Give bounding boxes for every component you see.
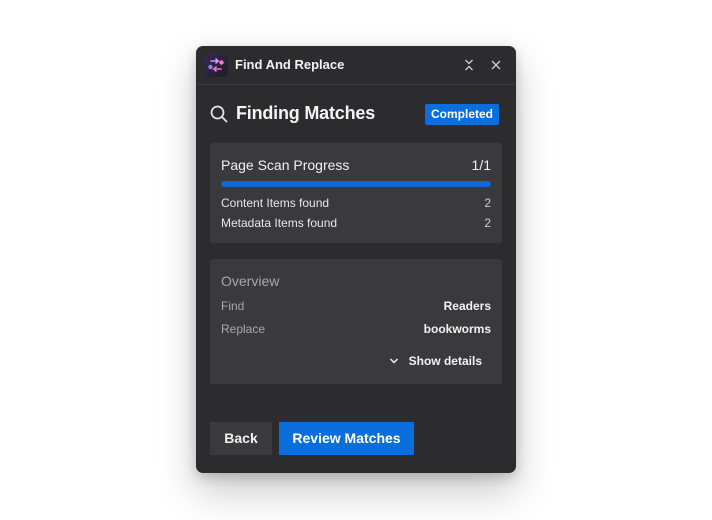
close-icon[interactable] — [489, 58, 503, 72]
back-button[interactable]: Back — [210, 422, 272, 455]
show-details-label: Show details — [408, 354, 482, 368]
collapse-icon[interactable] — [462, 58, 476, 72]
progress-card: Page Scan Progress 1/1 Content Items fou… — [210, 143, 502, 243]
progress-bar-fill — [221, 181, 491, 187]
search-icon — [210, 105, 228, 123]
show-details-toggle[interactable]: Show details — [389, 354, 482, 368]
replace-value: bookworms — [423, 322, 491, 336]
metadata-items-value: 2 — [484, 216, 491, 230]
content-items-label: Content Items found — [221, 196, 330, 210]
progress-bar — [221, 181, 491, 187]
overview-card: Overview Find Readers Replace bookworms … — [210, 259, 502, 384]
desktop-background: Find And Replace Finding Matches Complet… — [0, 0, 712, 520]
progress-count: 1/1 — [471, 157, 491, 173]
page-title: Finding Matches — [236, 103, 376, 123]
replace-label: Replace — [221, 322, 266, 336]
metadata-items-label: Metadata Items found — [221, 216, 338, 230]
chevron-down-icon — [389, 358, 398, 364]
title-bar: Find And Replace — [196, 46, 516, 85]
overview-title: Overview — [221, 273, 280, 289]
content-items-value: 2 — [484, 196, 491, 210]
find-label: Find — [221, 299, 245, 313]
find-replace-dialog: Find And Replace Finding Matches Complet… — [196, 46, 516, 473]
find-replace-app-icon — [204, 53, 228, 77]
find-value: Readers — [443, 299, 491, 313]
review-matches-button[interactable]: Review Matches — [279, 422, 414, 455]
status-badge: Completed — [425, 104, 500, 125]
dialog-header: Finding Matches Completed — [196, 85, 516, 143]
progress-title: Page Scan Progress — [221, 157, 350, 173]
dialog-title: Find And Replace — [235, 57, 345, 72]
